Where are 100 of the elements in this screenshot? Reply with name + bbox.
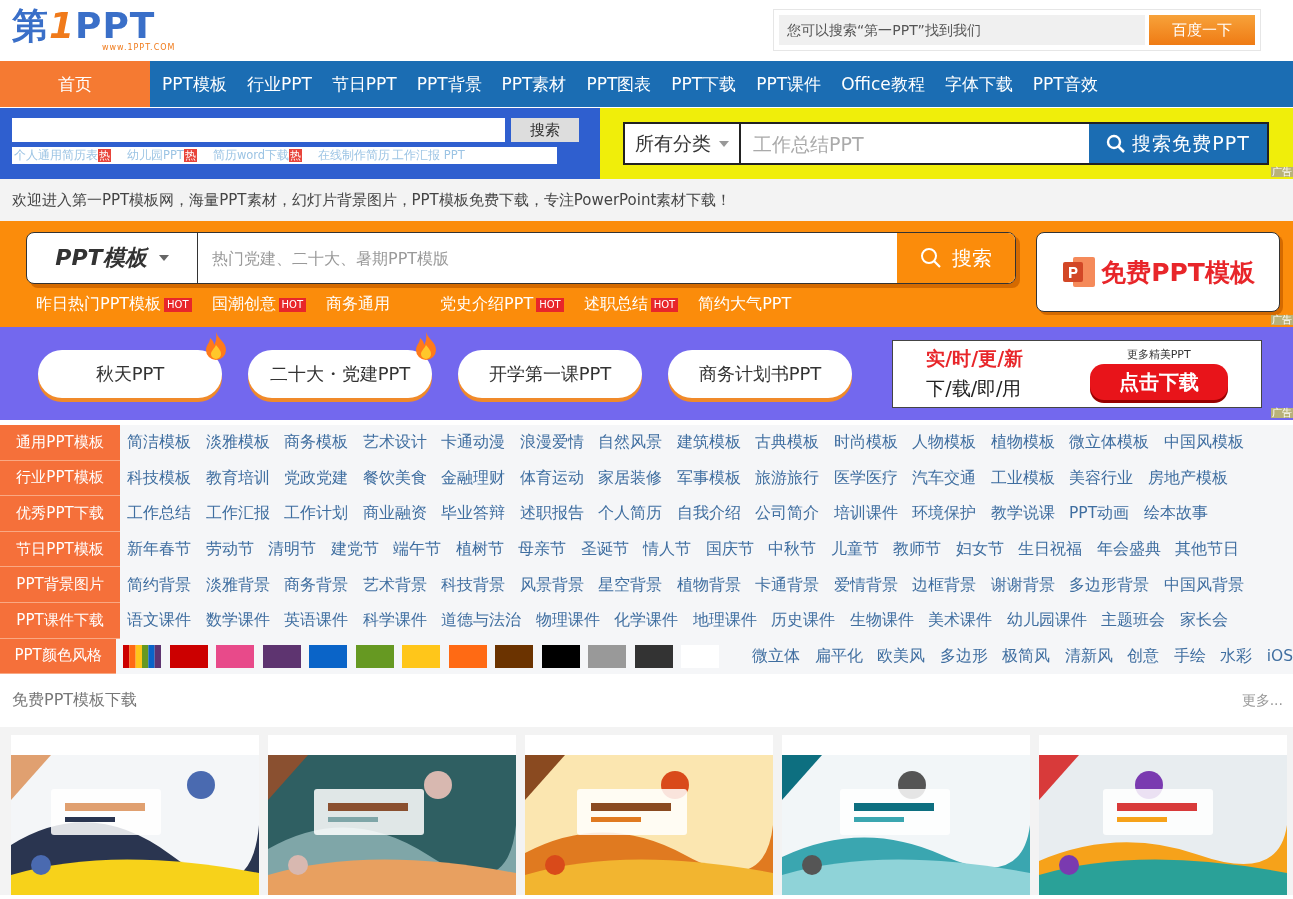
color-swatch[interactable]: [634, 644, 673, 668]
category-label[interactable]: 优秀PPT下载: [0, 496, 120, 532]
category-link[interactable]: 植物模板: [990, 432, 1055, 454]
category-link[interactable]: 自然风景: [598, 432, 662, 454]
download-button[interactable]: 点击下载: [1089, 364, 1228, 400]
category-link[interactable]: 培训课件: [833, 503, 898, 525]
color-swatch[interactable]: [448, 644, 487, 668]
category-link[interactable]: 母亲节: [518, 539, 566, 561]
category-link[interactable]: 风景背景: [519, 574, 584, 596]
nav-tab[interactable]: PPT课件: [746, 61, 832, 107]
nav-tab[interactable]: PPT背景: [406, 61, 492, 107]
category-link[interactable]: 爱情背景: [833, 574, 898, 596]
color-swatch[interactable]: [123, 644, 162, 668]
category-link[interactable]: 述职报告: [519, 503, 584, 525]
category-link[interactable]: 教学说课: [990, 503, 1055, 525]
category-link[interactable]: 植树节: [455, 539, 504, 561]
category-link[interactable]: 房地产模板: [1147, 467, 1228, 489]
category-link[interactable]: 淡雅背景: [205, 574, 270, 596]
category-link[interactable]: 淡雅模板: [205, 432, 270, 454]
nav-tab[interactable]: 节日PPT: [321, 61, 407, 107]
category-link[interactable]: 道德与法治: [441, 610, 521, 632]
category-link[interactable]: 简洁模板: [127, 432, 191, 454]
category-link[interactable]: 扁平化: [814, 645, 863, 667]
category-label[interactable]: PPT颜色风格: [0, 638, 117, 675]
category-label[interactable]: PPT课件下载: [0, 602, 120, 639]
color-swatch[interactable]: [169, 644, 208, 668]
category-link[interactable]: 主题班会: [1101, 610, 1165, 632]
category-link[interactable]: 商务模板: [284, 432, 348, 454]
category-link[interactable]: 简约背景: [127, 574, 191, 596]
category-link[interactable]: 水彩: [1220, 645, 1253, 667]
nav-tab[interactable]: 字体下载: [934, 61, 1023, 107]
category-link[interactable]: 多边形: [939, 645, 988, 667]
color-swatch[interactable]: [262, 644, 301, 668]
category-link[interactable]: 旅游旅行: [755, 467, 819, 489]
color-swatch[interactable]: [216, 644, 255, 668]
category-link[interactable]: 工作汇报: [205, 503, 270, 525]
category-link[interactable]: 中秋节: [768, 539, 816, 561]
category-link[interactable]: 清新风: [1064, 645, 1113, 667]
category-link[interactable]: 圣诞节: [580, 539, 629, 561]
category-link[interactable]: 语文课件: [127, 610, 191, 632]
category-link[interactable]: 星空背景: [598, 574, 662, 596]
nav-tab[interactable]: PPT音效: [1022, 61, 1108, 107]
category-link[interactable]: PPT动画: [1069, 503, 1130, 525]
category-link[interactable]: 教师节: [893, 539, 941, 561]
category-link[interactable]: 边框背景: [912, 574, 976, 596]
nav-tab[interactable]: 首页: [0, 61, 150, 107]
category-link[interactable]: 幼儿园课件: [1006, 610, 1087, 632]
category-link[interactable]: 艺术设计: [362, 432, 427, 454]
category-link[interactable]: 中国风背景: [1163, 574, 1244, 596]
search-field[interactable]: 您可以搜索“第一PPT”找到我们: [779, 15, 1145, 45]
category-link[interactable]: iOS: [1266, 647, 1293, 666]
category-link[interactable]: 商务背景: [284, 574, 348, 596]
search-field[interactable]: [12, 118, 505, 142]
category-link[interactable]: 微立体: [752, 645, 801, 667]
category-link[interactable]: 创意: [1127, 645, 1160, 667]
category-link[interactable]: 时尚模板: [833, 432, 898, 454]
category-link[interactable]: 新年春节: [127, 539, 191, 561]
category-link[interactable]: 党政党建: [284, 467, 348, 489]
category-link[interactable]: 军事模板: [676, 467, 741, 489]
site-logo[interactable]: 第1 PPT www.1PPT.COM: [12, 8, 176, 52]
category-link[interactable]: 建筑模板: [676, 432, 741, 454]
category-link[interactable]: 浪漫爱情: [519, 432, 584, 454]
category-label[interactable]: 行业PPT模板: [0, 460, 120, 497]
category-link[interactable]: 个人简历: [598, 503, 662, 525]
color-swatch[interactable]: [355, 644, 394, 668]
category-link[interactable]: 端午节: [393, 539, 441, 561]
category-link[interactable]: 自我介绍: [676, 503, 741, 525]
free-templates-button[interactable]: 免费PPT模板: [1036, 232, 1280, 312]
category-label[interactable]: PPT背景图片: [0, 567, 120, 603]
category-link[interactable]: 人物模板: [912, 432, 976, 454]
search-button[interactable]: 搜索: [511, 118, 579, 142]
category-link[interactable]: 工作计划: [284, 503, 348, 525]
category-link[interactable]: 植物背景: [676, 574, 741, 596]
category-link[interactable]: 毕业答辩: [441, 503, 505, 525]
category-link[interactable]: 欧美风: [877, 645, 926, 667]
category-link[interactable]: 绘本故事: [1143, 503, 1208, 525]
color-swatch[interactable]: [402, 644, 441, 668]
category-link[interactable]: 多边形背景: [1069, 574, 1149, 596]
category-link[interactable]: 情人节: [643, 539, 691, 561]
category-link[interactable]: 工业模板: [990, 467, 1055, 489]
category-link[interactable]: 美术课件: [928, 610, 992, 632]
category-link[interactable]: 手绘: [1173, 645, 1206, 667]
category-link[interactable]: 中国风模板: [1163, 432, 1244, 454]
category-link[interactable]: 体育运动: [519, 467, 584, 489]
color-swatch[interactable]: [495, 644, 534, 668]
category-link[interactable]: 卡通动漫: [441, 432, 505, 454]
category-link[interactable]: 劳动节: [205, 539, 254, 561]
category-link[interactable]: 微立体模板: [1069, 432, 1149, 454]
category-link[interactable]: 餐饮美食: [362, 467, 427, 489]
nav-tab[interactable]: Office教程: [831, 61, 935, 107]
category-link[interactable]: 妇女节: [955, 539, 1004, 561]
category-link[interactable]: 年会盛典: [1096, 539, 1161, 561]
category-link[interactable]: 科学课件: [362, 610, 427, 632]
category-link[interactable]: 环境保护: [912, 503, 976, 525]
nav-tab[interactable]: 行业PPT: [236, 61, 322, 107]
category-link[interactable]: 医学医疗: [833, 467, 898, 489]
nav-tab[interactable]: PPT模板: [152, 61, 237, 107]
category-link[interactable]: 艺术背景: [362, 574, 427, 596]
category-link[interactable]: 家长会: [1179, 610, 1228, 632]
category-link[interactable]: 科技模板: [127, 467, 191, 489]
